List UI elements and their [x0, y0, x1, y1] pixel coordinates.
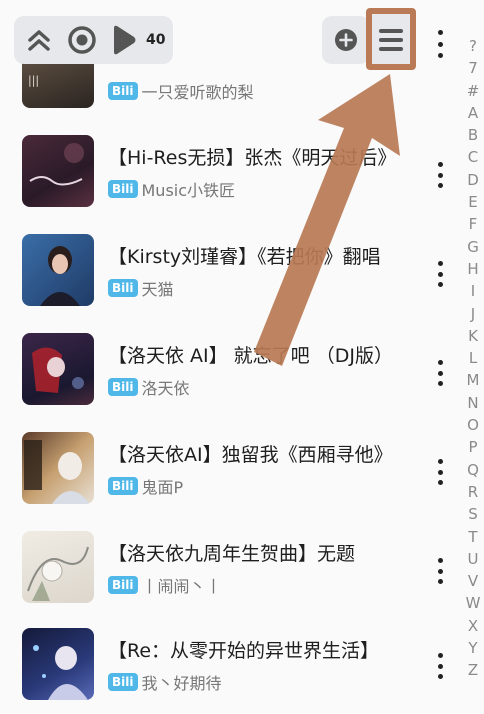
song-meta: Bili 丨闹闹丶丨 [108, 574, 222, 596]
album-cover [22, 333, 94, 405]
artist-name: 我丶好期待 [141, 674, 222, 693]
svg-text:|||: ||| [28, 74, 39, 88]
song-row[interactable]: 【洛天依九周年生贺曲】无题 Bili 丨闹闹丶丨 [0, 530, 460, 628]
bili-badge: Bili [108, 378, 138, 396]
alphabet-index-letter[interactable]: 7 [461, 57, 484, 79]
album-cover [22, 234, 94, 306]
alphabet-index-letter[interactable]: X [461, 615, 484, 637]
alphabet-index-letter[interactable]: L [461, 347, 484, 369]
artist-name: 洛天依 [141, 379, 190, 398]
alphabet-index-letter[interactable]: N [461, 392, 484, 414]
song-meta: Bili 天猫 [108, 277, 174, 299]
alphabet-index-letter[interactable]: F [461, 213, 484, 235]
artist-name: Music小铁匠 [141, 181, 236, 200]
song-meta: Bili 一只爱听歌的梨 [108, 80, 254, 102]
more-options-icon[interactable] [432, 459, 448, 485]
album-cover [22, 432, 94, 504]
song-title: 【Kirsty刘瑾睿】《若把你》翻唱 [108, 246, 381, 268]
album-cover [22, 628, 94, 700]
artist-name: 一只爱听歌的梨 [141, 83, 254, 102]
song-meta: Bili 洛天依 [108, 376, 190, 398]
song-title: 【Hi-Res无损】张杰《明天过后》 [108, 147, 397, 169]
bili-badge: Bili [108, 477, 138, 495]
song-title: 【洛天依AI】独留我《西厢寻他》 [108, 444, 393, 466]
artist-name: 鬼面P [141, 478, 184, 497]
alphabet-index-letter[interactable]: H [461, 258, 484, 280]
top-more-options-icon[interactable] [432, 30, 448, 58]
alphabet-index-letter[interactable]: W [461, 592, 484, 614]
more-options-icon[interactable] [432, 360, 448, 386]
list-menu-button[interactable] [366, 8, 416, 70]
more-options-icon[interactable] [432, 653, 448, 679]
artist-name: 天猫 [141, 280, 174, 299]
alphabet-index-letter[interactable]: A [461, 102, 484, 124]
artist-name: 丨闹闹丶丨 [141, 577, 222, 596]
alphabet-index-letter[interactable]: B [461, 124, 484, 146]
collapse-up-icon[interactable] [26, 26, 52, 54]
alphabet-index-letter[interactable]: V [461, 570, 484, 592]
bili-badge: Bili [108, 673, 138, 691]
album-cover [22, 135, 94, 207]
alphabet-index-letter[interactable]: T [461, 526, 484, 548]
locate-current-icon[interactable] [66, 24, 98, 56]
alphabet-index-letter[interactable]: K [461, 325, 484, 347]
alphabet-index-letter[interactable]: U [461, 548, 484, 570]
alphabet-index-letter[interactable]: P [461, 436, 484, 458]
song-row[interactable]: 【洛天依 AI】 就忘了吧 （DJ版） Bili 洛天依 [0, 332, 460, 430]
alphabet-index-letter[interactable]: S [461, 503, 484, 525]
play-icon[interactable] [110, 24, 138, 56]
song-title: 【洛天依九周年生贺曲】无题 [108, 543, 356, 565]
album-cover [22, 531, 94, 603]
alphabet-index-letter[interactable]: Y [461, 637, 484, 659]
alphabet-index-letter[interactable]: ? [461, 35, 484, 57]
alphabet-index-letter[interactable]: D [461, 169, 484, 191]
alphabet-index-letter[interactable]: O [461, 414, 484, 436]
cover-art [33, 645, 88, 700]
cover-art [24, 440, 90, 504]
song-count: 40 [146, 32, 166, 48]
song-meta: Bili 鬼面P [108, 475, 183, 497]
song-title: 【Re：从零开始的异世界生活】 [108, 640, 380, 662]
alphabet-index-letter[interactable]: I [461, 280, 484, 302]
song-row[interactable]: 【Re：从零开始的异世界生活】 Bili 我丶好期待 [0, 627, 460, 714]
alphabet-index[interactable]: ? 7 # A B C D E F G H I J K L M N O P Q R S T U V W X Y Z [461, 35, 484, 682]
cover-art [32, 347, 84, 393]
song-meta: Bili Music小铁匠 [108, 178, 235, 200]
cover-art [29, 143, 84, 186]
more-options-icon[interactable] [432, 558, 448, 584]
more-options-icon[interactable] [432, 162, 448, 188]
alphabet-index-letter[interactable]: C [461, 146, 484, 168]
alphabet-index-letter[interactable]: R [461, 481, 484, 503]
song-row[interactable]: 【Hi-Res无损】张杰《明天过后》 Bili Music小铁匠 [0, 134, 460, 232]
more-options-icon[interactable] [432, 261, 448, 287]
alphabet-index-letter[interactable]: E [461, 191, 484, 213]
alphabet-index-letter[interactable]: Q [461, 459, 484, 481]
song-list: ||| Bili 一只爱听歌的梨 【Hi-Res无损】张杰《明天过后》 Bili… [0, 0, 460, 714]
song-meta: Bili 我丶好期待 [108, 671, 222, 693]
hamburger-menu-icon [379, 29, 403, 51]
alphabet-index-letter[interactable]: G [461, 236, 484, 258]
add-button[interactable] [322, 16, 370, 64]
alphabet-index-letter[interactable]: M [461, 369, 484, 391]
bili-badge: Bili [108, 279, 138, 297]
song-title: 【洛天依 AI】 就忘了吧 （DJ版） [108, 345, 393, 367]
bili-badge: Bili [108, 576, 138, 594]
song-row[interactable]: 【Kirsty刘瑾睿】《若把你》翻唱 Bili 天猫 [0, 233, 460, 331]
bili-badge: Bili [108, 180, 138, 198]
alphabet-index-letter[interactable]: J [461, 303, 484, 325]
bili-badge: Bili [108, 82, 138, 100]
song-row[interactable]: 【洛天依AI】独留我《西厢寻他》 Bili 鬼面P [0, 431, 460, 529]
alphabet-index-letter[interactable]: Z [461, 659, 484, 681]
alphabet-index-letter[interactable]: # [461, 80, 484, 102]
cover-art [40, 246, 80, 306]
cover-art [27, 546, 89, 601]
add-circle-icon [335, 29, 357, 51]
